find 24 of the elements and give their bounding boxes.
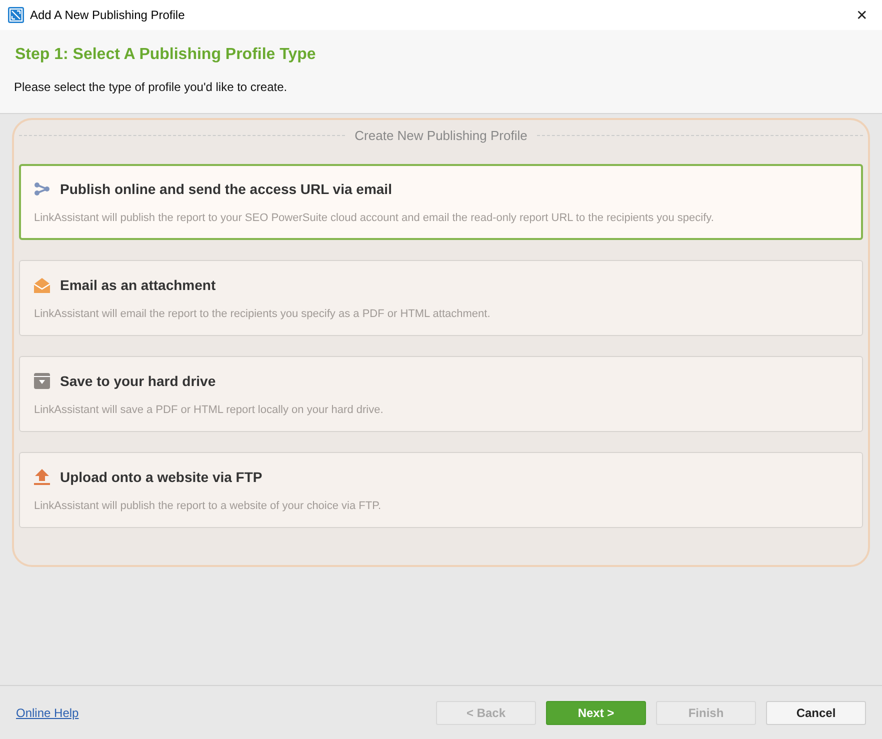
option-title: Upload onto a website via FTP (60, 468, 262, 487)
option-title: Save to your hard drive (60, 372, 216, 391)
drive-icon (34, 373, 50, 389)
step-title: Step 1: Select A Publishing Profile Type (15, 45, 317, 64)
help-link[interactable]: Online Help (16, 704, 79, 722)
profile-option[interactable]: Publish online and send the access URL via email LinkAssistant will publish the report to your SEO PowerSuite cloud account and email the read-only report URL to the recipients you specify. (19, 164, 863, 240)
profile-option[interactable]: Email as an attachment LinkAssistant will email the report to the recipients you specify as a PDF or HTML attachment. (19, 260, 863, 336)
option-title: Email as an attachment (60, 276, 216, 294)
option-description: LinkAssistant will email the report to the recipients you specify as a PDF or HTML attachment. (34, 306, 492, 322)
wizard-button[interactable]: Cancel (766, 700, 866, 724)
app-icon (8, 7, 24, 23)
profile-option[interactable]: Save to your hard drive LinkAssistant will save a PDF or HTML report locally on your hard drive. (19, 356, 863, 432)
step-instructions: Please select the type of profile you'd like to create. (14, 79, 288, 96)
window-title: Add A New Publishing Profile (30, 7, 186, 24)
option-description: LinkAssistant will publish the report to a website of your choice via FTP. (34, 498, 382, 514)
share-icon (34, 182, 50, 196)
profile-option[interactable]: Upload onto a website via FTP LinkAssistant will publish the report to a website of your choice via FTP. (19, 452, 863, 528)
upload-icon (34, 469, 50, 485)
close-button[interactable]: ✕ (850, 4, 874, 26)
option-description: LinkAssistant will publish the report to your SEO PowerSuite cloud account and email the read-only report URL to the recipients you specify. (34, 210, 715, 226)
option-description: LinkAssistant will save a PDF or HTML report locally on your hard drive. (34, 402, 384, 418)
option-title: Publish online and send the access URL via email (60, 180, 392, 198)
group-legend: Create New Publishing Profile (354, 126, 528, 146)
envelope-icon (34, 278, 50, 292)
